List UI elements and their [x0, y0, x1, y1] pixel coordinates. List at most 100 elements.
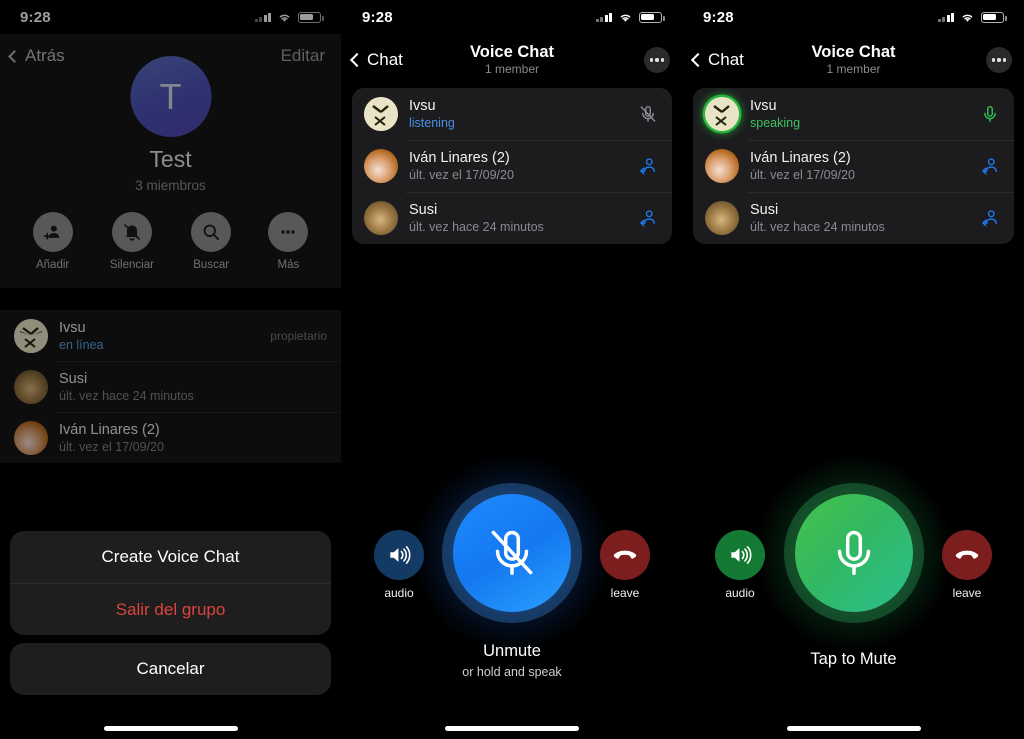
- member-name: Iván Linares (2): [59, 421, 160, 438]
- invite-user-icon[interactable]: [636, 156, 660, 176]
- action-sheet-primary-group: Create Voice Chat Salir del grupo: [10, 531, 331, 635]
- avatar: [14, 420, 48, 455]
- group-title: Test: [149, 146, 192, 172]
- back-button[interactable]: Atrás: [8, 46, 65, 66]
- tap-to-mute-button[interactable]: [753, 453, 954, 653]
- group-member-count: 3 miembros: [135, 178, 206, 193]
- member-status: últ. vez el 17/09/20: [59, 439, 164, 454]
- invite-user-icon[interactable]: [978, 208, 1002, 228]
- status-indicators: [937, 11, 1007, 23]
- voice-chat-nav: Chat Voice Chat 1 member: [683, 38, 1024, 82]
- table-row-text: Susi últ. vez hace 24 minutos: [409, 201, 625, 235]
- action-more[interactable]: Más: [268, 212, 309, 271]
- back-to-chat-button[interactable]: Chat: [349, 50, 403, 70]
- screenshot-triptych: 9:28 Atrás Editar T Test 3 miembros Añad…: [0, 0, 1024, 739]
- table-row[interactable]: Susi últ. vez hace 24 minutos: [693, 192, 1014, 244]
- list-item[interactable]: Iván Linares (2) últ. vez el 17/09/20: [0, 412, 341, 463]
- chevron-left-icon: [690, 52, 706, 68]
- member-status: en línea: [59, 337, 104, 352]
- battery-icon: [298, 11, 324, 23]
- invite-user-icon[interactable]: [636, 208, 660, 228]
- table-row-text: Iván Linares (2) últ. vez el 17/09/20: [409, 149, 625, 183]
- participant-status: speaking: [750, 116, 801, 130]
- home-indicator[interactable]: [786, 726, 921, 731]
- table-row-text: Ivsu listening: [409, 97, 625, 131]
- status-indicators: [595, 11, 665, 23]
- wifi-icon: [277, 12, 292, 23]
- bell-slash-icon: [111, 212, 152, 252]
- call-state-title: Tap to Mute: [810, 650, 897, 668]
- avatar: [705, 97, 739, 131]
- cellular-signal-icon: [595, 12, 612, 22]
- action-search[interactable]: Buscar: [191, 212, 232, 271]
- participant-name: Iván Linares (2): [750, 150, 851, 166]
- participant-name: Ivsu: [409, 98, 436, 114]
- invite-user-icon[interactable]: [978, 156, 1002, 176]
- leave-button[interactable]: leave: [942, 530, 992, 600]
- table-row[interactable]: Ivsu listening: [352, 88, 672, 140]
- participant-status: últ. vez hace 24 minutos: [409, 220, 544, 234]
- create-voice-chat-button[interactable]: Create Voice Chat: [10, 531, 331, 583]
- action-sheet-cancel-group: Cancelar: [10, 643, 331, 695]
- participant-status: últ. vez el 17/09/20: [750, 168, 855, 182]
- home-indicator[interactable]: [445, 726, 579, 731]
- hangup-icon: [600, 530, 650, 580]
- cellular-signal-icon: [937, 12, 954, 22]
- home-indicator[interactable]: [103, 726, 238, 731]
- table-row[interactable]: Susi últ. vez hace 24 minutos: [352, 192, 672, 244]
- call-state-subtitle: or hold and speak: [462, 665, 562, 679]
- member-status: últ. vez hace 24 minutos: [59, 388, 194, 403]
- status-bar: 9:28: [0, 0, 341, 34]
- avatar: [14, 318, 48, 353]
- add-user-icon: [32, 212, 73, 252]
- unmute-button[interactable]: [412, 453, 612, 653]
- table-row[interactable]: Ivsu speaking: [693, 88, 1014, 140]
- list-item[interactable]: Susi últ. vez hace 24 minutos: [0, 361, 341, 412]
- voice-chat-nav: Chat Voice Chat 1 member: [342, 38, 682, 82]
- mic-icon[interactable]: [978, 104, 1002, 124]
- cancel-button[interactable]: Cancelar: [10, 643, 331, 695]
- table-row[interactable]: Iván Linares (2) últ. vez el 17/09/20: [693, 140, 1014, 192]
- table-row-text: Iván Linares (2) últ. vez el 17/09/20: [750, 149, 967, 183]
- action-add[interactable]: Añadir: [32, 212, 73, 271]
- back-to-chat-button[interactable]: Chat: [690, 50, 744, 70]
- avatar: [364, 149, 398, 183]
- action-mute-label: Silenciar: [109, 259, 154, 271]
- hangup-icon: [942, 530, 992, 580]
- battery-icon: [981, 11, 1007, 23]
- wifi-icon: [960, 12, 975, 23]
- participant-status: últ. vez hace 24 minutos: [750, 220, 885, 234]
- audio-label: audio: [384, 586, 414, 600]
- audio-label: audio: [725, 586, 755, 600]
- list-item-text: Ivsu en línea: [59, 319, 259, 353]
- table-row-text: Susi últ. vez hace 24 minutos: [750, 201, 967, 235]
- table-row[interactable]: Iván Linares (2) últ. vez el 17/09/20: [352, 140, 672, 192]
- member-name: Susi: [59, 370, 88, 387]
- avatar: [705, 149, 739, 183]
- table-row-text: Ivsu speaking: [750, 97, 967, 131]
- action-add-label: Añadir: [35, 259, 70, 271]
- mic-icon: [794, 494, 913, 612]
- list-item[interactable]: Ivsu en línea propietario: [0, 310, 341, 361]
- status-clock: 9:28: [362, 8, 393, 26]
- back-label: Chat: [708, 50, 744, 69]
- back-label: Chat: [367, 50, 403, 69]
- more-options-button[interactable]: [986, 47, 1012, 73]
- leave-group-button[interactable]: Salir del grupo: [10, 583, 331, 635]
- action-more-label: Más: [277, 259, 300, 271]
- leave-label: leave: [610, 586, 640, 600]
- group-action-row: Añadir Silenciar Buscar Más: [0, 212, 341, 271]
- edit-button[interactable]: Editar: [281, 46, 325, 66]
- battery-icon: [639, 11, 665, 23]
- wifi-icon: [618, 12, 633, 23]
- action-mute[interactable]: Silenciar: [110, 212, 154, 271]
- mic-muted-icon[interactable]: [636, 104, 660, 124]
- status-bar: 9:28: [342, 0, 682, 34]
- more-options-button[interactable]: [644, 47, 670, 73]
- participant-list: Ivsu speaking Iván Linares (2) últ. vez …: [693, 88, 1014, 244]
- status-bar: 9:28: [683, 0, 1024, 34]
- ellipsis-icon: [268, 212, 309, 252]
- chevron-left-icon: [8, 49, 21, 63]
- search-icon: [191, 212, 232, 252]
- leave-button[interactable]: leave: [600, 530, 650, 600]
